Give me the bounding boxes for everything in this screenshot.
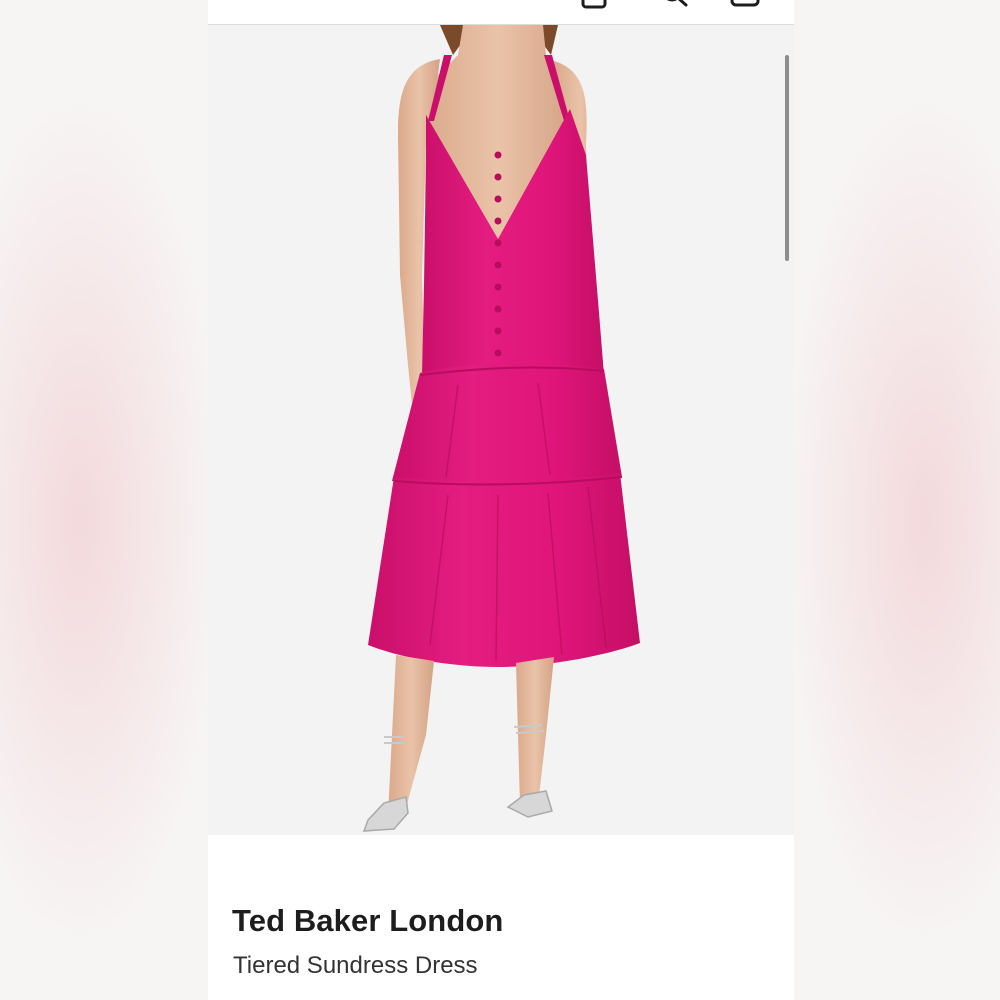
- search-icon[interactable]: [660, 0, 690, 10]
- model-left-shoe: [362, 796, 409, 832]
- model-left-leg: [388, 655, 434, 815]
- share-icon[interactable]: [579, 0, 609, 10]
- bag-icon[interactable]: [730, 0, 760, 10]
- model-right-shoe: [506, 790, 553, 818]
- dress-middle-tier: [392, 363, 622, 486]
- top-toolbar: [208, 0, 794, 25]
- product-image[interactable]: [208, 25, 794, 835]
- product-name[interactable]: Tiered Sundress Dress: [233, 952, 478, 980]
- app-screen: Ted Baker London Tiered Sundress Dress: [208, 0, 794, 1000]
- dress-bottom-tier: [368, 473, 640, 667]
- scrollbar[interactable]: [785, 55, 789, 261]
- product-brand[interactable]: Ted Baker London: [232, 903, 503, 939]
- product-info: Ted Baker London Tiered Sundress Dress: [208, 835, 794, 1000]
